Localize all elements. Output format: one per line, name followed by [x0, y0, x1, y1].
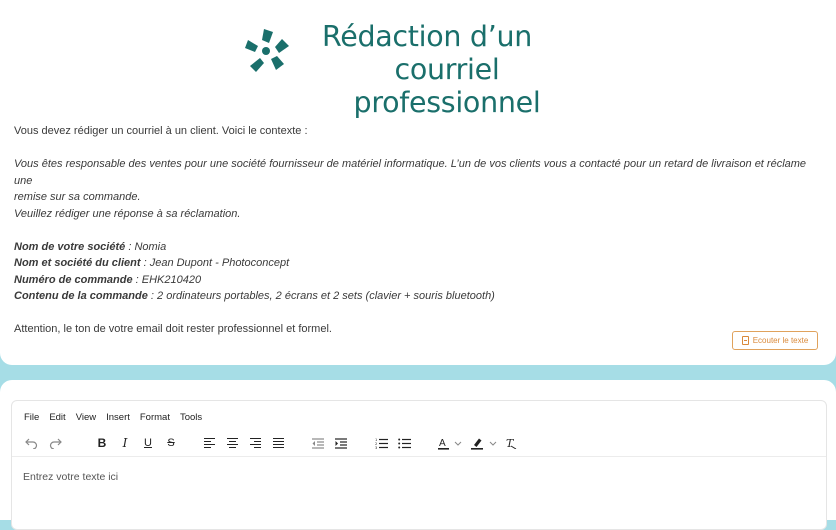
fact-value: 2 ordinateurs portables, 2 écrans et 2 s… [157, 290, 495, 302]
fact-label: Numéro de commande [14, 273, 133, 286]
fact-label: Contenu de la commande [14, 290, 148, 302]
menu-view[interactable]: View [76, 412, 96, 423]
context-line-1: Vous êtes responsable des ventes pour un… [14, 158, 807, 187]
toolbar-divider [12, 456, 826, 457]
editor-menubar: File Edit View Insert Format Tools [24, 412, 212, 423]
editor-card: File Edit View Insert Format Tools B I U… [0, 380, 836, 530]
svg-text:A: A [439, 438, 446, 449]
align-right-icon[interactable] [246, 434, 264, 452]
speaker-icon [741, 336, 749, 345]
svg-text:3: 3 [375, 446, 377, 449]
instructions-card: Rédaction d’un courriel professionnel Vo… [0, 0, 836, 365]
editor-placeholder: Entrez votre texte ici [23, 471, 119, 483]
fact-label: Nom et société du client [14, 257, 141, 269]
text-color-icon[interactable]: A [437, 434, 465, 452]
highlight-color-icon[interactable] [470, 434, 500, 452]
listen-text-button[interactable]: Ecouter le texte [732, 331, 818, 350]
italic-icon[interactable]: I [116, 434, 134, 452]
context-line-2: remise sur sa commande. [14, 191, 141, 203]
clear-format-icon[interactable]: T [502, 434, 520, 452]
page-header: Rédaction d’un courriel professionnel [242, 20, 582, 119]
editor-toolbar: B I U S 123 A T [22, 434, 817, 452]
bullet-list-icon[interactable] [395, 434, 413, 452]
redo-icon[interactable] [46, 434, 64, 452]
warning-text: Attention, le ton de votre email doit re… [14, 323, 332, 335]
numbered-list-icon[interactable]: 123 [372, 434, 390, 452]
page-title: Rédaction d’un courriel professionnel [242, 20, 582, 119]
page-title-line-1: Rédaction d’un [321, 20, 532, 53]
align-center-icon[interactable] [223, 434, 241, 452]
fact-value: Jean Dupont - Photoconcept [149, 257, 290, 269]
outdent-icon[interactable] [309, 434, 327, 452]
page-title-line-2: courriel professionnel [353, 53, 541, 119]
instructions-text: Vous devez rédiger un courriel à un clie… [14, 123, 824, 338]
editor-text-area[interactable]: Entrez votre texte ici [23, 471, 118, 483]
context-line-3: Veuillez rédiger une réponse à sa réclam… [14, 207, 241, 220]
menu-format[interactable]: Format [140, 412, 170, 423]
indent-icon[interactable] [332, 434, 350, 452]
align-justify-icon[interactable] [269, 434, 287, 452]
strikethrough-icon[interactable]: S [162, 434, 180, 452]
listen-text-label: Ecouter le texte [752, 336, 809, 345]
menu-edit[interactable]: Edit [49, 412, 65, 423]
menu-file[interactable]: File [24, 412, 39, 423]
fact-company: Nom de votre société : Nomia [14, 240, 167, 253]
bold-icon[interactable]: B [93, 434, 111, 452]
fact-value: Nomia [134, 240, 167, 253]
menu-tools[interactable]: Tools [180, 412, 202, 423]
fact-client: Nom et société du client : Jean Dupont -… [14, 257, 290, 269]
rich-text-editor: File Edit View Insert Format Tools B I U… [11, 400, 827, 530]
fact-order-number: Numéro de commande : EHK210420 [14, 273, 202, 286]
fact-value: EHK210420 [141, 273, 202, 286]
undo-icon[interactable] [22, 434, 40, 452]
fact-label: Nom de votre société [14, 240, 126, 253]
intro-text: Vous devez rédiger un courriel à un clie… [14, 125, 308, 137]
fact-order-content: Contenu de la commande : 2 ordinateurs p… [14, 290, 495, 302]
underline-icon[interactable]: U [139, 434, 157, 452]
align-left-icon[interactable] [200, 434, 218, 452]
menu-insert[interactable]: Insert [106, 412, 130, 423]
